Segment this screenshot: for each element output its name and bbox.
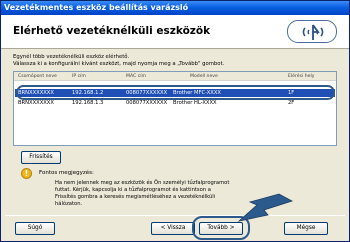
list-header: Csomópont neve IP cím MAC cím Modell nev…	[14, 72, 336, 81]
note-line-1: Ha nem jelennek meg az eszközök és Ön sz…	[55, 180, 230, 186]
info-icon: !	[21, 168, 32, 179]
header-panel: Elérhető vezetéknélküli eszközök	[1, 15, 349, 49]
table-row[interactable]: BRNXXXXXXX 192.168.1.3 008077XXXXXX Brot…	[15, 99, 335, 107]
window-title: Vezetékmentes eszköz beállítás varázsló	[1, 1, 349, 15]
column-mac[interactable]: MAC cím	[126, 72, 146, 81]
cell-node: BRNXXXXXXX	[18, 100, 54, 106]
note-title: Fontos megjegyzés:	[39, 170, 94, 176]
wireless-logo-icon	[287, 20, 337, 43]
back-button[interactable]: < Vissza	[151, 222, 195, 235]
description-line-1: Egynél több vezetéknélküli eszköz elérhe…	[13, 54, 130, 60]
selection-highlight-annotation	[16, 85, 335, 100]
description-line-2: Válassza ki a konfigurálni kívánt eszköz…	[13, 61, 225, 67]
column-location[interactable]: Elérési hely	[288, 72, 314, 81]
help-button[interactable]: Súgó	[15, 222, 55, 235]
description: Egynél több vezetéknélküli eszköz elérhe…	[13, 54, 343, 68]
page-title: Elérhető vezetéknélküli eszközök	[13, 25, 211, 37]
pointer-arrow-icon	[237, 193, 294, 222]
column-ip[interactable]: IP cím	[72, 72, 86, 81]
cell-ip: 192.168.1.3	[72, 100, 104, 106]
cell-model: Brother HL-XXXX	[173, 100, 217, 106]
cell-mac: 008077XXXXXX	[126, 100, 168, 106]
wizard-window: Vezetékmentes eszköz beállítás varázsló …	[0, 0, 350, 242]
column-model[interactable]: Modell neve	[190, 72, 218, 81]
cell-location: 2F	[288, 100, 295, 106]
device-list[interactable]: Csomópont neve IP cím MAC cím Modell nev…	[13, 71, 337, 146]
column-node-name[interactable]: Csomópont neve	[18, 72, 57, 81]
refresh-button[interactable]: Frissítés	[21, 151, 61, 164]
